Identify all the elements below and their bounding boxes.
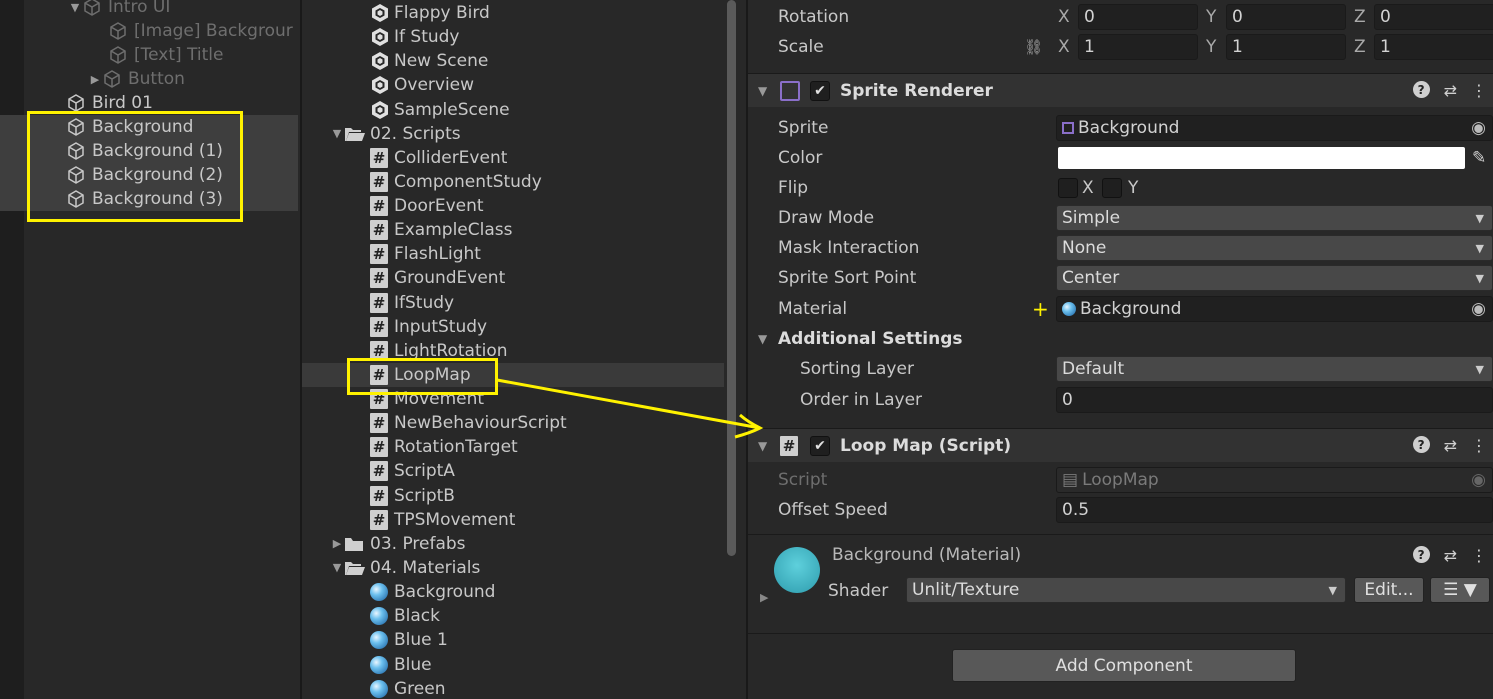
- annotation-arrow-line: [496, 378, 761, 430]
- annotation-arrow: [496, 378, 764, 439]
